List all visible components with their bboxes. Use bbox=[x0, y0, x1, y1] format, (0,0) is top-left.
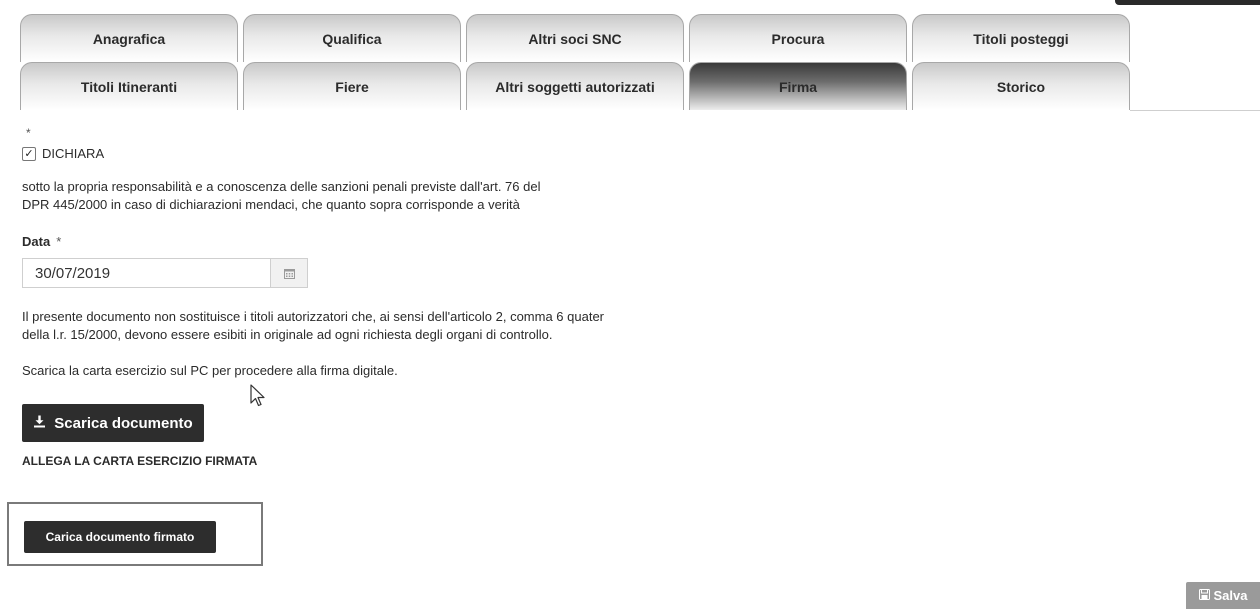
tab-altri-soggetti-autorizzati[interactable]: Altri soggetti autorizzati bbox=[466, 62, 684, 110]
download-icon bbox=[33, 415, 46, 431]
date-input[interactable] bbox=[22, 258, 270, 288]
info-line-1: Il presente documento non sostituisce i … bbox=[22, 309, 604, 324]
floppy-disk-icon bbox=[1198, 588, 1210, 603]
upload-signed-document-button[interactable]: Carica documento firmato bbox=[24, 521, 216, 553]
calendar-button[interactable] bbox=[270, 258, 308, 288]
dichiara-row: ✓ DICHIARA bbox=[22, 146, 104, 161]
info-line-2: della l.r. 15/2000, devono essere esibit… bbox=[22, 327, 553, 342]
save-button-label: Salva bbox=[1213, 588, 1248, 603]
date-label: Data * bbox=[22, 234, 61, 249]
attach-label: ALLEGA LA CARTA ESERCIZIO FIRMATA bbox=[22, 454, 258, 468]
tab-storico[interactable]: Storico bbox=[912, 62, 1130, 110]
tab-fiere[interactable]: Fiere bbox=[243, 62, 461, 110]
save-button[interactable]: Salva bbox=[1186, 582, 1260, 609]
top-bar-fragment bbox=[1115, 0, 1260, 5]
upload-button-label: Carica documento firmato bbox=[45, 530, 195, 544]
required-mark: * bbox=[26, 126, 31, 140]
info-text: Il presente documento non sostituisce i … bbox=[22, 308, 722, 344]
check-icon: ✓ bbox=[24, 147, 34, 160]
download-document-button[interactable]: Scarica documento bbox=[22, 404, 204, 442]
tab-altri-soci-snc[interactable]: Altri soci SNC bbox=[466, 14, 684, 62]
tabs-row-2: Titoli Itineranti Fiere Altri soggetti a… bbox=[20, 62, 1135, 110]
date-field-group bbox=[22, 258, 308, 288]
declaration-line-2: DPR 445/2000 in caso di dichiarazioni me… bbox=[22, 197, 520, 212]
date-required-mark: * bbox=[56, 234, 62, 249]
tab-titoli-posteggi[interactable]: Titoli posteggi bbox=[912, 14, 1130, 62]
tab-firma[interactable]: Firma bbox=[689, 62, 907, 110]
tabs-row-1: Anagrafica Qualifica Altri soci SNC Proc… bbox=[20, 14, 1135, 62]
calendar-icon bbox=[283, 268, 295, 279]
tab-titoli-itineranti[interactable]: Titoli Itineranti bbox=[20, 62, 238, 110]
declaration-line-1: sotto la propria responsabilità e a cono… bbox=[22, 179, 541, 194]
tab-anagrafica[interactable]: Anagrafica bbox=[20, 14, 238, 62]
declaration-text: sotto la propria responsabilità e a cono… bbox=[22, 178, 722, 214]
tab-baseline bbox=[1130, 110, 1260, 111]
tab-procura[interactable]: Procura bbox=[689, 14, 907, 62]
dichiara-checkbox[interactable]: ✓ bbox=[22, 146, 36, 161]
mouse-pointer-icon bbox=[250, 384, 265, 407]
download-button-label: Scarica documento bbox=[54, 414, 193, 432]
download-hint: Scarica la carta esercizio sul PC per pr… bbox=[22, 363, 398, 378]
date-label-text: Data bbox=[22, 234, 51, 249]
dichiara-label: DICHIARA bbox=[42, 146, 105, 161]
tab-qualifica[interactable]: Qualifica bbox=[243, 14, 461, 62]
